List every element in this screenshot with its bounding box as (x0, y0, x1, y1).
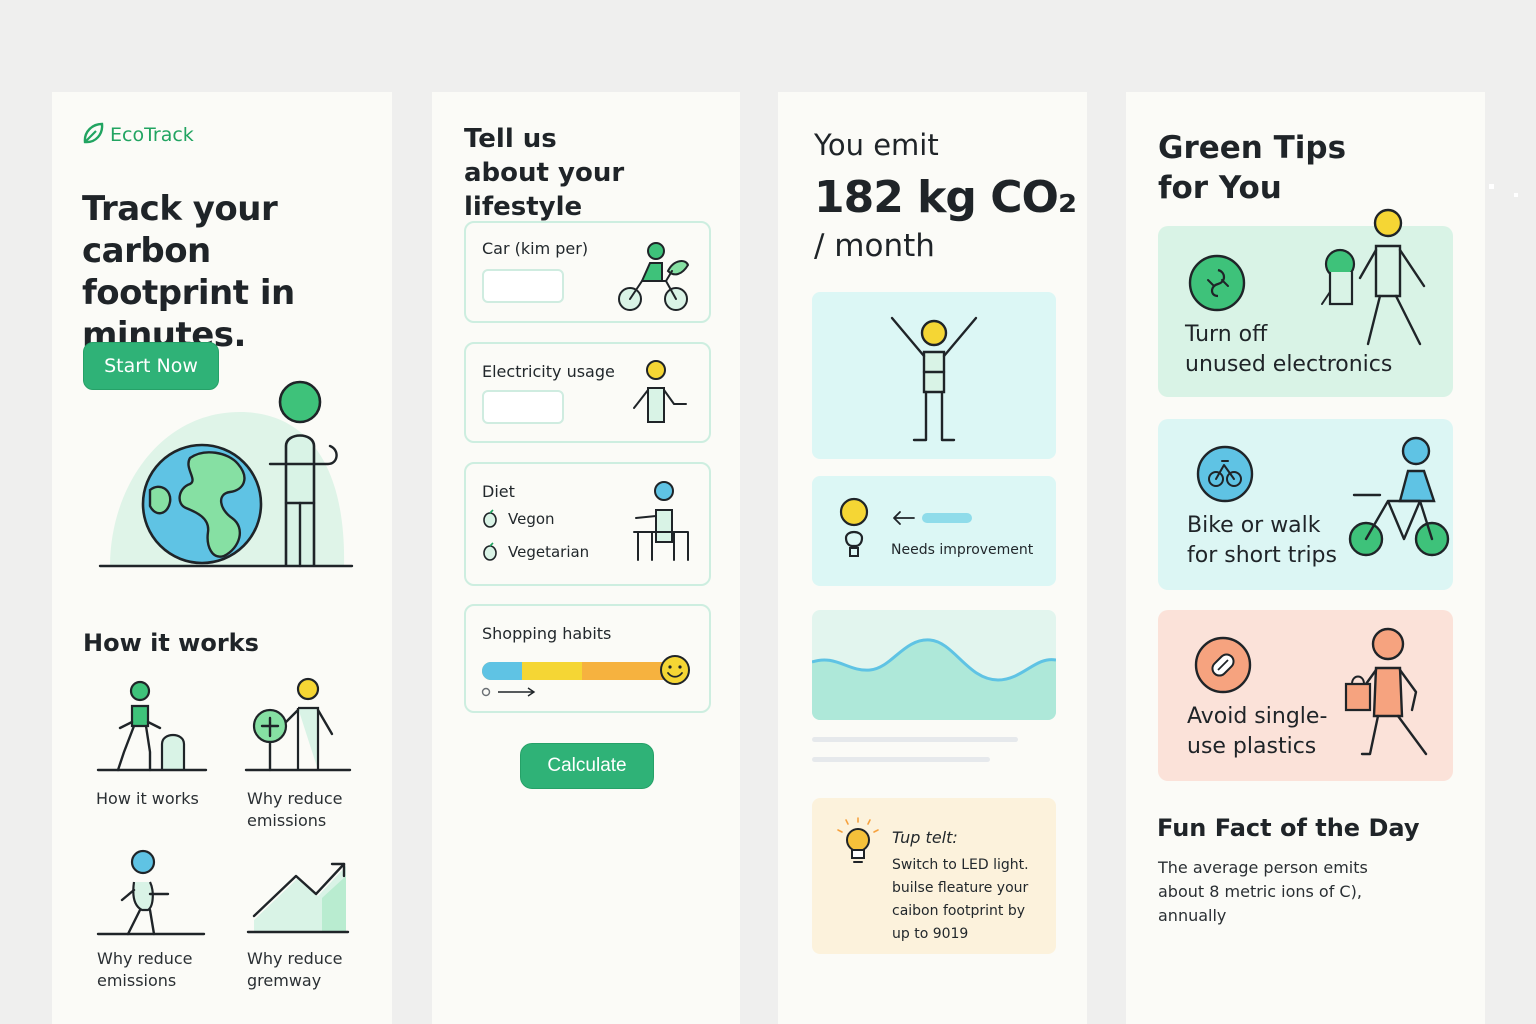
plug-icon (1188, 254, 1246, 312)
step-label: Why reduce emissions (247, 789, 343, 830)
leaf-icon (83, 122, 104, 144)
diet-label: Diet (482, 482, 515, 501)
tip-card-plastics[interactable]: Avoid single- use plastics (1158, 610, 1453, 781)
calculate-button[interactable]: Calculate (520, 743, 654, 789)
electricity-label: Electricity usage (482, 362, 615, 381)
landing-screen: EcoTrack Track your carbon footprint in … (52, 92, 392, 1024)
electricity-input[interactable] (482, 390, 564, 424)
step-label: Why reduce emissions (97, 949, 193, 990)
car-km-input[interactable] (482, 269, 564, 303)
tip-card-electronics[interactable]: Turn off unused electronics (1158, 208, 1453, 397)
lightbulb-icon (839, 497, 869, 557)
car-card: Car (kim per) (464, 221, 711, 323)
diet-option-vegetarian[interactable]: Vegetarian (482, 542, 590, 561)
tip-card-bike[interactable]: Bike or walk for short trips (1158, 419, 1453, 590)
person-at-table-icon (633, 481, 689, 561)
lifestyle-form-screen: Tell us about your lifestyle Car (kim pe… (432, 92, 740, 1024)
fun-fact-line: annually (1158, 906, 1227, 925)
person-pointing-icon (96, 849, 206, 936)
diet-option-label: Vegetarian (508, 543, 590, 561)
electricity-card: Electricity usage (464, 342, 711, 443)
plant-person-icon (244, 677, 352, 772)
green-tips-title: Green Tips for You (1158, 128, 1346, 208)
hero-headline: Track your carbon footprint in minutes. (82, 189, 295, 355)
radio-leaf-icon (483, 509, 497, 528)
diet-option-label: Vegon (508, 510, 555, 528)
trend-chart-tile (812, 610, 1056, 720)
tip-line: Switch to LED light. (892, 857, 1029, 873)
decor-dot (1489, 184, 1494, 189)
emit-unit: / month (814, 228, 935, 264)
status-text: Needs improvement (891, 542, 1034, 558)
fun-fact-line: about 8 metric ions of C), (1158, 882, 1362, 901)
trend-chart-icon (246, 862, 350, 934)
tip-text: Bike or walk for short trips (1187, 511, 1337, 571)
shopping-card: Shopping habits (464, 604, 711, 713)
tip-text-line: Avoid single- (1187, 704, 1328, 729)
step-label: Why reduce gremway (247, 949, 343, 990)
bicycle-icon (1196, 445, 1254, 503)
brand-name: EcoTrack (110, 124, 194, 146)
tip-text-line: unused electronics (1185, 352, 1393, 377)
how-it-works-heading: How it works (83, 629, 259, 657)
radio-leaf-icon (483, 542, 497, 561)
lightbulb-icon (837, 817, 879, 863)
fun-fact-body: The average person emits about 8 metric … (1158, 856, 1388, 928)
status-tile: Needs improvement (812, 476, 1056, 586)
emit-label: You emit (814, 128, 939, 162)
diet-option-vegan[interactable]: Vegon (482, 509, 555, 528)
results-screen: You emit 182 kg CO₂ / month Needs improv… (778, 92, 1087, 1024)
diet-card: Diet Vegon Vegetarian (464, 462, 711, 586)
form-title-line1: Tell us (464, 124, 557, 154)
shopping-slider[interactable] (481, 654, 694, 710)
tip-text: Avoid single- use plastics (1187, 702, 1327, 762)
green-tips-title-line2: for You (1158, 170, 1282, 206)
form-title-line2: about your lifestyle (464, 158, 625, 222)
cheering-person-icon (890, 316, 978, 442)
green-tips-title-line1: Green Tips (1158, 130, 1347, 166)
tip-text-line: use plastics (1187, 734, 1317, 759)
tip-text-line: for short trips (1187, 543, 1337, 568)
step-label: How it works (96, 789, 199, 808)
logo[interactable] (82, 122, 104, 150)
fun-fact-heading: Fun Fact of the Day (1157, 814, 1420, 842)
placeholder-line (812, 757, 990, 762)
form-title: Tell us about your lifestyle (464, 122, 740, 224)
fun-fact-line: The average person emits (1158, 858, 1368, 877)
decor-dot (1514, 193, 1518, 197)
walking-person-icon (96, 680, 208, 772)
placeholder-line (812, 737, 1018, 742)
scooter-rider-icon (618, 242, 690, 311)
car-label: Car (kim per) (482, 239, 589, 258)
person-icon (633, 360, 687, 423)
green-tips-screen: Green Tips for You Turn off unused elect… (1126, 92, 1485, 1024)
cyclist-icon (1348, 436, 1450, 557)
earth-person-illustration (98, 380, 354, 568)
tip-line: builse fleature your (892, 880, 1029, 896)
tip-card: Tup telt: Switch to LED light. builse fl… (812, 798, 1056, 954)
emit-value: 182 kg CO₂ (814, 172, 1077, 223)
tip-text-line: Bike or walk (1187, 513, 1321, 538)
celebration-tile (812, 292, 1056, 459)
person-unplugging-icon (1321, 208, 1426, 346)
person-with-bag-icon (1344, 627, 1428, 756)
pill-icon (1194, 636, 1252, 694)
tip-body: Switch to LED light. builse fleature you… (892, 854, 1052, 946)
shopping-label: Shopping habits (482, 624, 612, 643)
progress-indicator (893, 511, 972, 525)
wave-chart (812, 638, 1056, 720)
tip-line: caibon footprint by (892, 903, 1026, 919)
tip-line: up to 9019 (892, 926, 969, 942)
tip-title: Tup telt: (892, 828, 958, 847)
